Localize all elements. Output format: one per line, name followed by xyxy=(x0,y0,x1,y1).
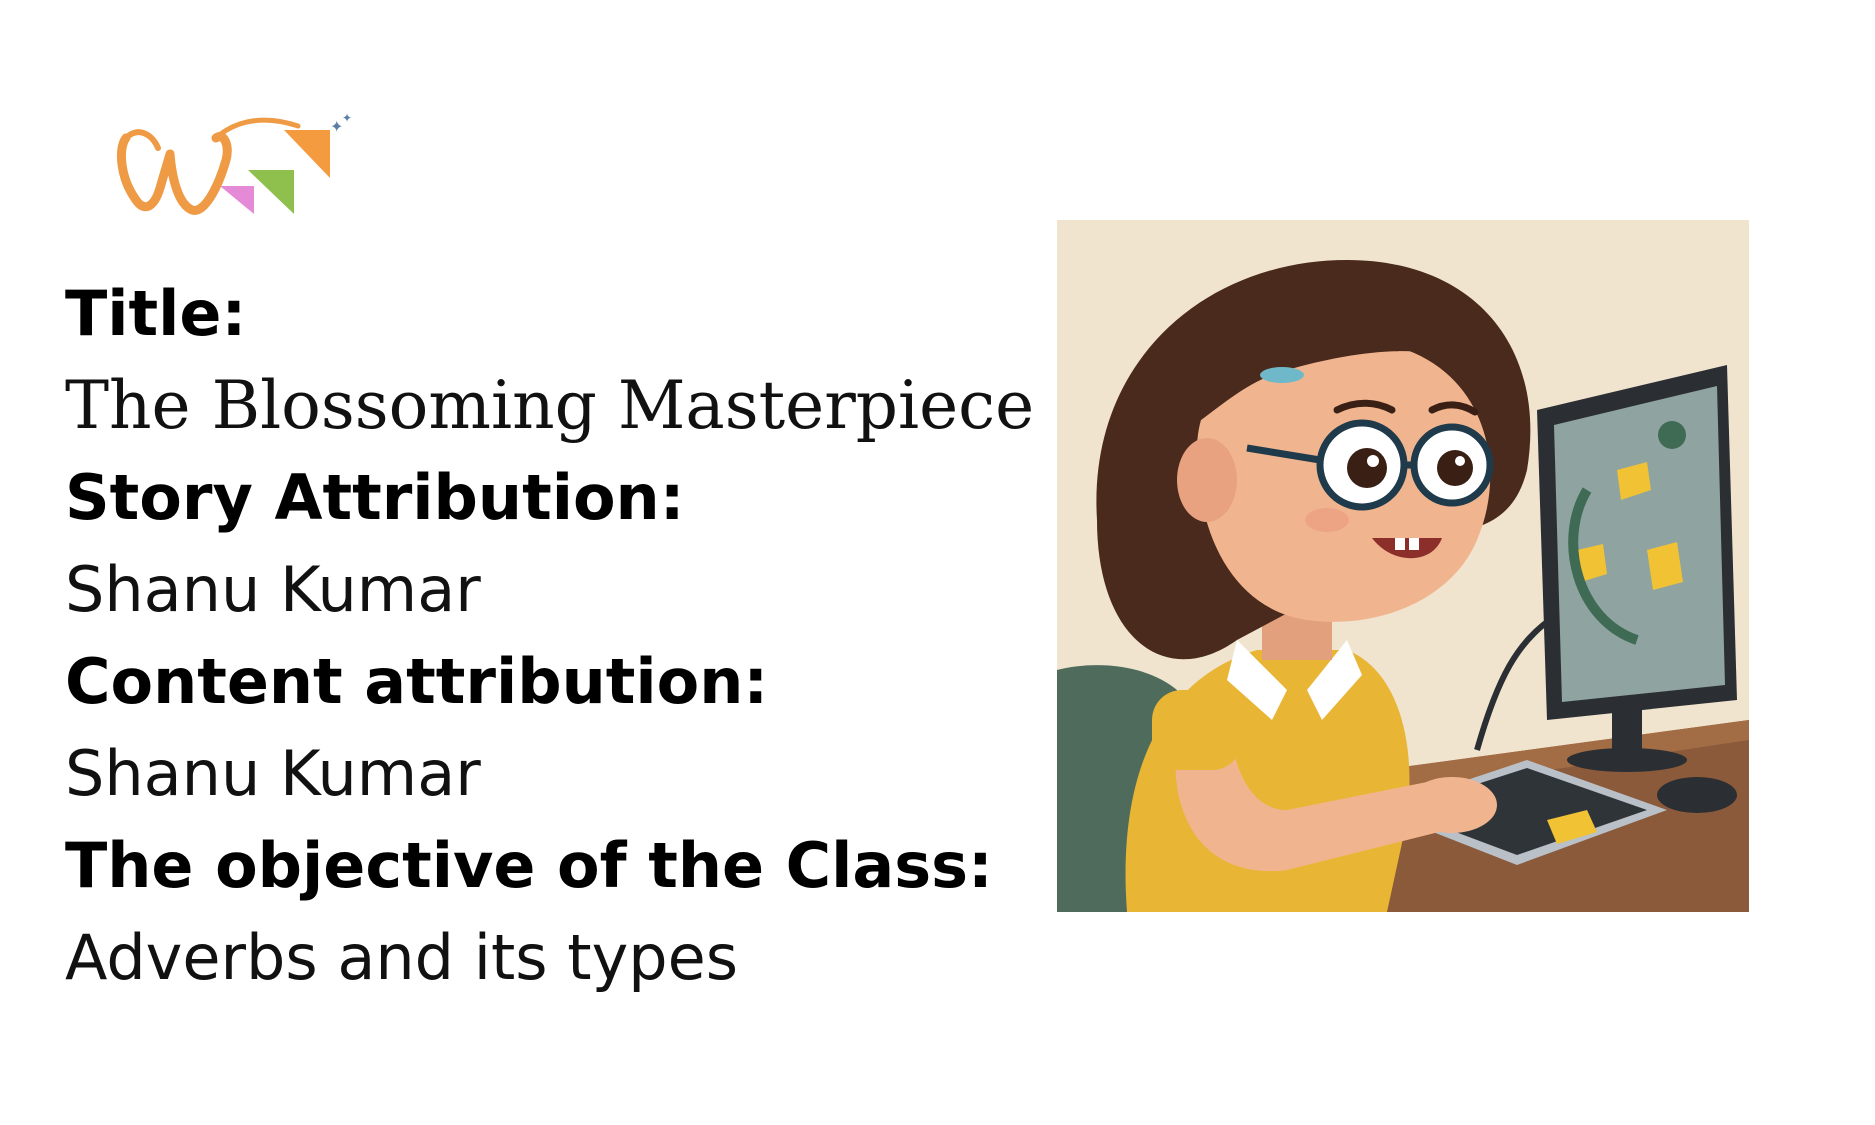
content-attribution-label: Content attribution: xyxy=(65,645,769,718)
w-logo-icon: ✦ ✦ xyxy=(108,108,358,234)
girl-at-computer-illustration xyxy=(1057,220,1749,912)
svg-text:✦: ✦ xyxy=(342,111,352,125)
content-attribution-value: Shanu Kumar xyxy=(65,737,481,810)
story-attribution-value: Shanu Kumar xyxy=(65,553,481,626)
objective-label: The objective of the Class: xyxy=(65,829,993,902)
story-attribution-label: Story Attribution: xyxy=(65,461,685,534)
title-value: The Blossoming Masterpiece xyxy=(65,367,1035,444)
title-label: Title: xyxy=(65,277,247,350)
slide: ✦ ✦ Title: The Blossoming Masterpiece St… xyxy=(0,0,1875,1125)
info-text-block: Title: The Blossoming Masterpiece Story … xyxy=(65,268,1035,1004)
objective-value: Adverbs and its types xyxy=(65,921,739,994)
